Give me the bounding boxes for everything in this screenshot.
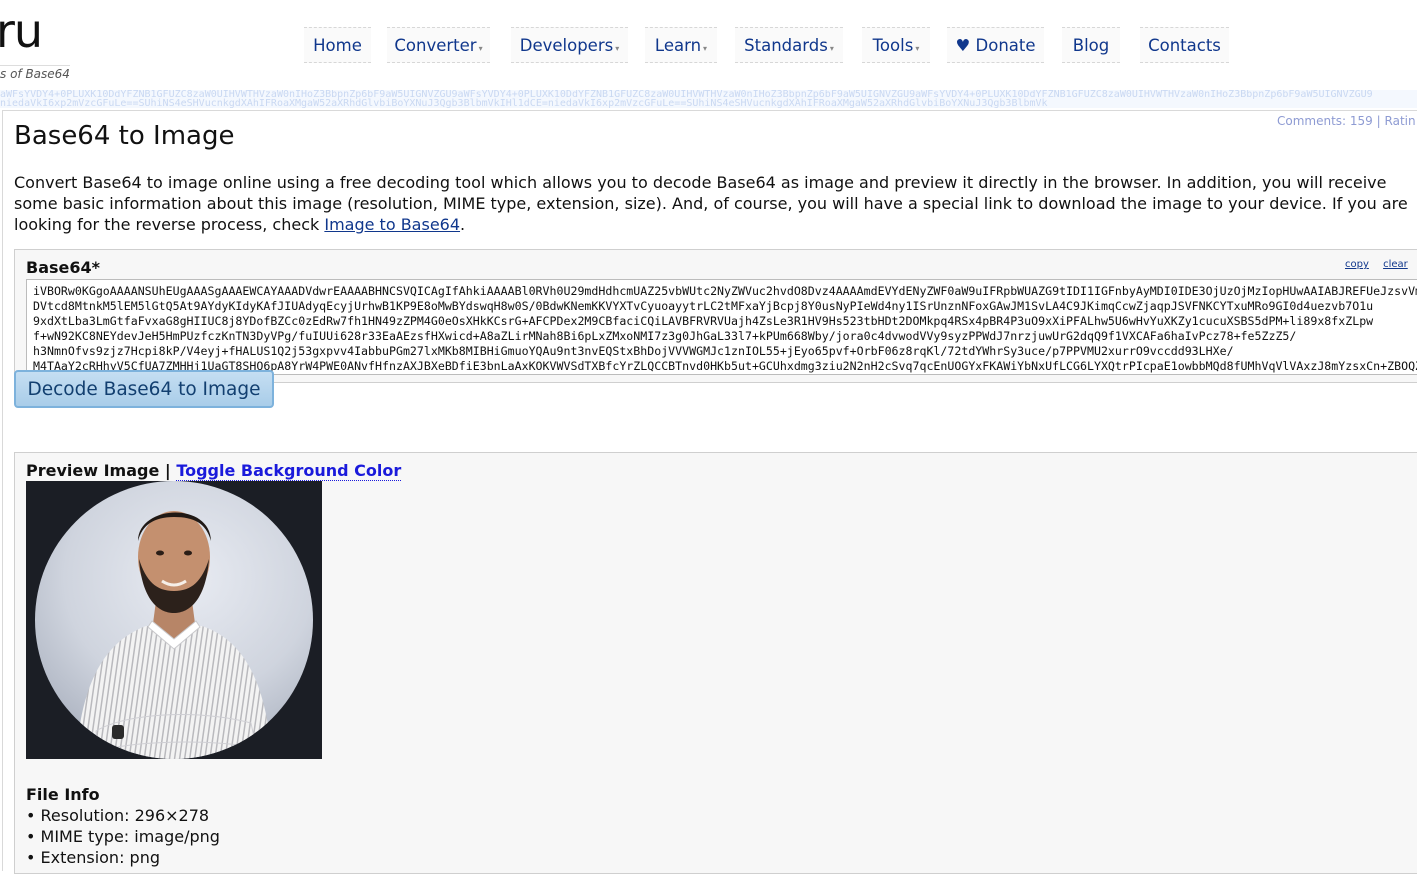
nav-standards-label: Standards	[744, 35, 828, 55]
nav-donate[interactable]: ♥ Donate	[947, 27, 1044, 63]
nav-contacts[interactable]: Contacts	[1140, 27, 1229, 63]
base64-panel: Base64* copy clear do iVBORw0KGgoAAAANSU…	[14, 249, 1417, 383]
file-info-extension: • Extension: png	[26, 848, 160, 867]
portrait-photo	[26, 481, 322, 759]
nav-tools-label: Tools	[872, 35, 914, 55]
nav-donate-label: ♥ Donate	[955, 35, 1036, 55]
main-navigation: Home Converter ▾ Developers ▾ Learn ▾ Stand…	[0, 27, 1417, 64]
file-info-resolution: • Resolution: 296×278	[26, 806, 210, 825]
strip-line-2: niedaVkI6xp2mVzcGFuLe==SUhiNS4eSHVucnkgd…	[0, 98, 1048, 109]
image-to-base64-link[interactable]: Image to Base64	[324, 215, 460, 234]
file-info-mime: • MIME type: image/png	[26, 827, 220, 846]
nav-converter[interactable]: Converter ▾	[387, 27, 490, 63]
comments-link[interactable]: Comments: 159	[1277, 114, 1373, 128]
rating-link[interactable]: Ratin	[1385, 114, 1416, 128]
nav-converter-label: Converter	[394, 35, 477, 55]
intro-text-main: Convert Base64 to image online using a f…	[14, 173, 1408, 234]
intro-text-end: .	[460, 215, 466, 234]
clear-link[interactable]: clear	[1383, 259, 1408, 270]
file-info-title: File Info	[26, 785, 100, 804]
nav-standards[interactable]: Standards ▾	[735, 27, 843, 63]
nav-developers-label: Developers	[519, 35, 614, 55]
base64-decorative-strip: aWFsYVDY4+0PLUXK10DdYFZNB1GFUZC8zaW0UIHV…	[0, 90, 1417, 108]
nav-learn[interactable]: Learn ▾	[645, 27, 717, 63]
preview-header: Preview Image | Toggle Background Color	[26, 461, 402, 481]
chevron-down-icon: ▾	[615, 43, 620, 53]
copy-link[interactable]: copy	[1345, 259, 1369, 270]
meta-separator: |	[1376, 114, 1381, 128]
preview-panel: Preview Image | Toggle Background Color	[14, 452, 1417, 874]
chevron-down-icon: ▾	[478, 43, 483, 53]
nav-tools[interactable]: Tools ▾	[862, 27, 930, 63]
chevron-down-icon: ▾	[915, 43, 920, 53]
decode-button[interactable]: Decode Base64 to Image	[14, 370, 274, 408]
nav-learn-label: Learn	[654, 35, 702, 55]
base64-input[interactable]: iVBORw0KGgoAAAANSUhEUgAAASgAAAEWCAYAAADV…	[26, 279, 1417, 375]
nav-developers[interactable]: Developers ▾	[511, 27, 628, 63]
base64-tools: copy clear do	[1345, 259, 1417, 270]
page-title: Base64 to Image	[14, 121, 235, 151]
preview-title: Preview Image	[26, 461, 160, 480]
nav-blog[interactable]: Blog	[1062, 27, 1120, 63]
intro-text: Convert Base64 to image online using a f…	[14, 172, 1417, 235]
site-tagline: s of Base64	[0, 65, 70, 81]
toggle-background-link[interactable]: Toggle Background Color	[176, 461, 402, 481]
base64-label: Base64*	[26, 258, 100, 277]
nav-contacts-label: Contacts	[1148, 35, 1221, 55]
chevron-down-icon: ▾	[703, 43, 708, 53]
chevron-down-icon: ▾	[829, 43, 834, 53]
preview-image[interactable]	[26, 481, 322, 759]
page-meta: Comments: 159 | Ratin	[1277, 114, 1416, 128]
nav-home[interactable]: Home	[304, 27, 371, 63]
nav-blog-label: Blog	[1072, 35, 1110, 55]
preview-separator: |	[164, 461, 171, 480]
nav-home-label: Home	[313, 35, 362, 55]
